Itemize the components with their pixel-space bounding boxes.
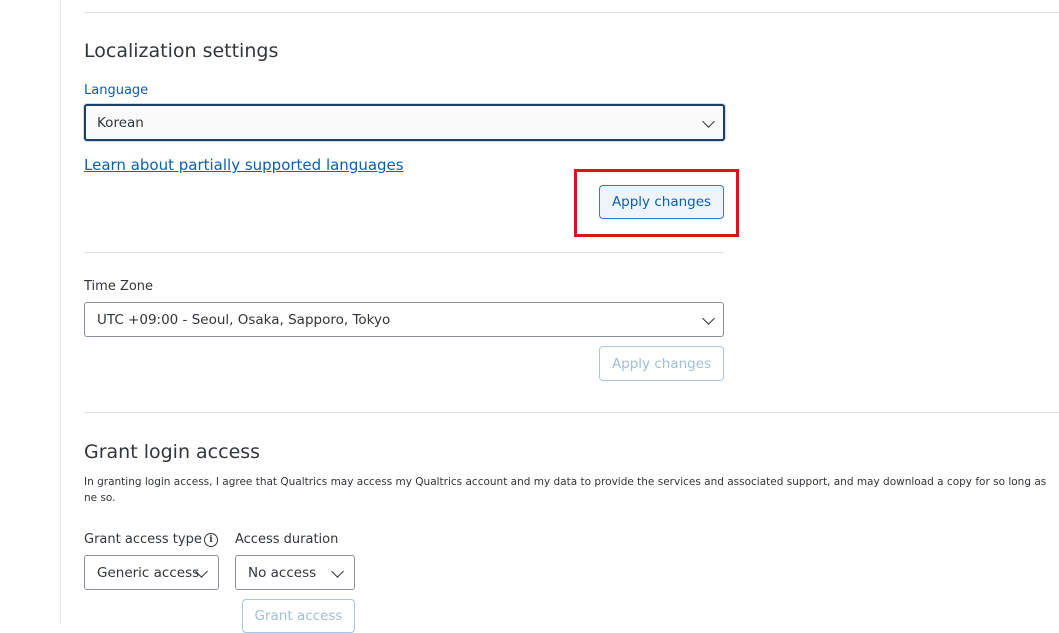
section-divider [84, 412, 1059, 413]
language-label: Language [84, 83, 149, 98]
grant-access-button[interactable]: Grant access [242, 599, 355, 633]
chevron-down-icon [331, 564, 344, 578]
section-divider [84, 252, 724, 253]
apply-timezone-button[interactable]: Apply changes [599, 346, 724, 381]
duration-select[interactable]: No access [235, 555, 355, 590]
grant-type-value: Generic access [97, 564, 200, 581]
left-rail [0, 0, 61, 624]
timezone-select[interactable]: UTC +09:00 - Seoul, Osaka, Sapporo, Toky… [84, 302, 724, 337]
top-divider [84, 12, 1059, 13]
apply-language-button[interactable]: Apply changes [599, 185, 724, 219]
timezone-label: Time Zone [84, 279, 154, 294]
language-select-value: Korean [97, 114, 144, 131]
grant-type-label: Grant access type [84, 532, 202, 547]
language-select[interactable]: Korean [84, 104, 725, 141]
timezone-select-value: UTC +09:00 - Seoul, Osaka, Sapporo, Toky… [97, 311, 391, 328]
localization-title: Localization settings [84, 40, 279, 62]
chevron-down-icon [702, 311, 715, 325]
chevron-down-icon [702, 114, 715, 128]
info-icon[interactable]: i [204, 533, 218, 547]
grant-description: In granting login access, I agree that Q… [84, 476, 1047, 504]
duration-label: Access duration [235, 532, 339, 547]
duration-value: No access [248, 564, 317, 581]
grant-type-select[interactable]: Generic access [84, 555, 219, 590]
learn-languages-link[interactable]: Learn about partially supported language… [84, 156, 404, 174]
grant-title: Grant login access [84, 441, 261, 463]
